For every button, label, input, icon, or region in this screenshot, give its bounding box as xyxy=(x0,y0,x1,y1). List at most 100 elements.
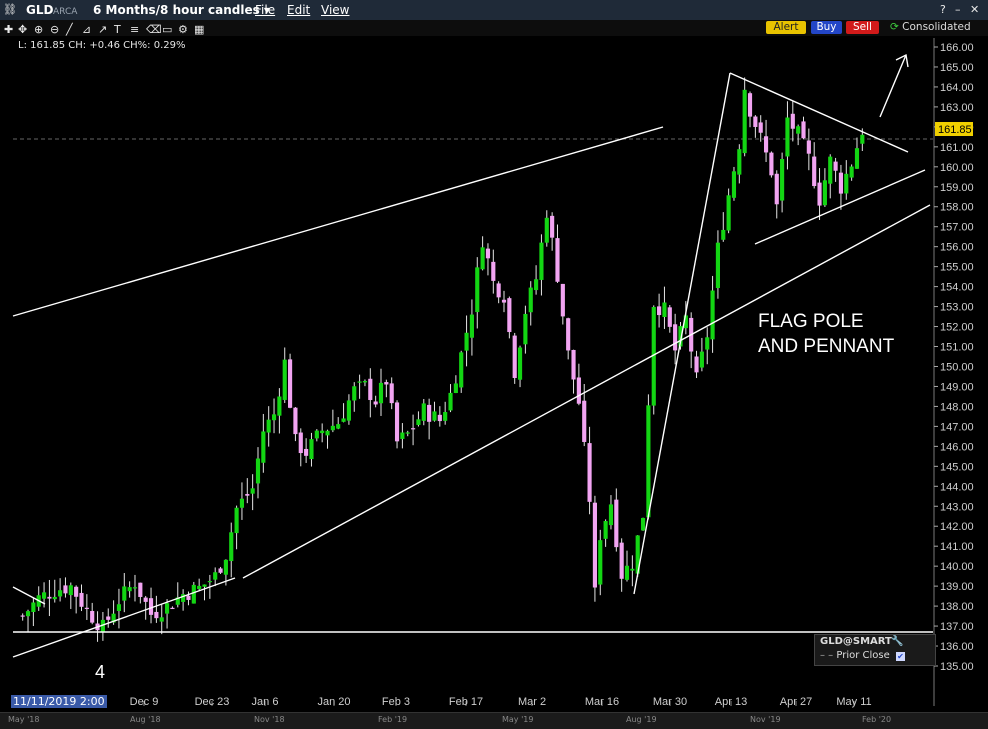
period-dropdown[interactable]: 6 Months/8 hour candles ▾ xyxy=(93,3,270,17)
candle-body xyxy=(122,586,127,601)
candle-body xyxy=(699,351,704,368)
candle-body xyxy=(555,238,560,282)
annotation-flag-pole: FLAG POLE xyxy=(758,311,864,332)
candle-body xyxy=(619,542,624,579)
candle-body xyxy=(400,432,405,439)
y-tick-label: 136.00 xyxy=(940,641,974,653)
candle-body xyxy=(84,607,89,609)
checkbox-icon[interactable]: ✔ xyxy=(895,652,905,661)
draw-line-icon[interactable]: ╱ xyxy=(66,24,73,36)
pan-icon[interactable]: ✥ xyxy=(18,24,27,36)
candle-body xyxy=(753,116,758,127)
cursor-date-label: 11/11/2019 2:00 xyxy=(11,695,107,708)
zoom-out-icon[interactable]: ⊖ xyxy=(50,24,59,36)
candle-body xyxy=(143,597,148,602)
candle-body xyxy=(116,604,122,612)
last-price-tag: 161.85 xyxy=(935,122,973,136)
x-tick-label: May 11 xyxy=(836,696,871,708)
minimize-icon[interactable]: – xyxy=(955,4,961,16)
candle-body xyxy=(229,532,234,562)
candle-body xyxy=(539,242,544,280)
feed-label: Consolidated xyxy=(902,21,971,33)
layout-icon[interactable]: ▦ xyxy=(194,24,204,36)
candle-body xyxy=(202,584,207,587)
candle-body xyxy=(550,215,555,238)
buy-button[interactable]: Buy xyxy=(811,21,842,34)
shapes-icon[interactable]: ▭ xyxy=(162,24,172,36)
eraser-icon[interactable]: ⌫ xyxy=(146,24,162,36)
candle-body xyxy=(828,156,833,184)
candle-body xyxy=(534,279,539,291)
candle-body xyxy=(207,581,212,583)
overview-label: Nov '18 xyxy=(254,715,285,724)
y-tick-label: 150.00 xyxy=(940,361,974,373)
flag-pole-line xyxy=(633,72,731,595)
refresh-icon: ⟳ xyxy=(890,21,899,33)
candle-body xyxy=(758,122,763,133)
candle-body xyxy=(336,424,341,429)
zoom-in-icon[interactable]: ⊕ xyxy=(34,24,43,36)
feed-selector[interactable]: ⟳ Consolidated xyxy=(890,21,971,33)
close-icon[interactable]: ✕ xyxy=(970,4,979,16)
alert-button[interactable]: Alert xyxy=(766,21,806,34)
wave-count-label: 4 xyxy=(95,662,105,682)
candle-body xyxy=(293,407,298,435)
candle-body xyxy=(282,359,287,400)
candle-body xyxy=(405,432,410,434)
menu-file[interactable]: File xyxy=(255,3,275,17)
candle-body xyxy=(801,121,806,139)
settings-icon[interactable]: ⚙ xyxy=(178,24,188,36)
x-tick-label: Apr 27 xyxy=(780,696,812,708)
candle-body xyxy=(411,428,416,430)
y-tick-label: 151.00 xyxy=(940,342,974,354)
candle-body xyxy=(464,332,469,351)
candle-body xyxy=(844,173,849,194)
x-tick-label: Mar 30 xyxy=(653,696,687,708)
crosshair-icon[interactable]: ✚ xyxy=(4,24,13,36)
candle-body xyxy=(726,195,731,231)
candle-body xyxy=(523,313,528,345)
y-tick-label: 149.00 xyxy=(940,381,974,393)
candle-body xyxy=(218,568,223,573)
menu-view[interactable]: View xyxy=(321,3,349,17)
candle-body xyxy=(833,161,838,171)
overview-label: Feb '19 xyxy=(378,715,408,724)
candle-body xyxy=(288,359,293,408)
candle-body xyxy=(854,148,860,169)
candle-body xyxy=(432,411,437,421)
candle-body xyxy=(459,352,464,388)
fib-icon[interactable]: ≡ xyxy=(130,24,139,36)
candle-body xyxy=(25,611,31,617)
legend-item-prior-close[interactable]: – – Prior Close ✔ xyxy=(820,650,905,661)
candle-body xyxy=(822,180,827,206)
arrow-icon[interactable]: ↗ xyxy=(98,24,107,36)
price-chart[interactable]: 135.00 136.00 137.00 138.00 139.00 140.00 141.… xyxy=(0,36,988,712)
y-tick-label: 165.00 xyxy=(940,62,974,74)
overview-label: Aug '19 xyxy=(626,715,657,724)
x-tick-label: Mar 16 xyxy=(585,696,619,708)
menu-edit[interactable]: Edit xyxy=(287,3,310,17)
candle-body xyxy=(576,377,581,404)
candle-body xyxy=(223,559,228,575)
candle-body xyxy=(148,598,154,615)
ruler-icon[interactable]: ⊿ xyxy=(82,24,91,36)
x-tick-label: Mar 2 xyxy=(518,696,546,708)
candle-body xyxy=(63,585,68,594)
candle-body xyxy=(357,381,362,383)
text-tool-icon[interactable]: T xyxy=(114,24,121,36)
candle-body xyxy=(817,182,822,206)
link-chain-icon[interactable]: ⛓ xyxy=(3,4,17,16)
sell-button[interactable]: Sell xyxy=(846,21,879,34)
help-icon[interactable]: ? xyxy=(940,4,946,16)
candle-body xyxy=(277,396,282,416)
candle-body xyxy=(31,602,36,613)
y-tick-label: 147.00 xyxy=(940,421,974,433)
y-tick-label: 144.00 xyxy=(940,481,974,493)
candle-body xyxy=(790,113,795,129)
symbol-label[interactable]: GLD xyxy=(26,3,53,17)
overview-scrollbar[interactable]: May '18 Aug '18 Nov '18 Feb '19 May '19 … xyxy=(0,712,988,729)
wrench-icon[interactable]: 🔧 xyxy=(891,636,903,647)
candle-body xyxy=(475,267,480,313)
candle-body xyxy=(806,140,811,154)
candle-body xyxy=(362,381,368,383)
